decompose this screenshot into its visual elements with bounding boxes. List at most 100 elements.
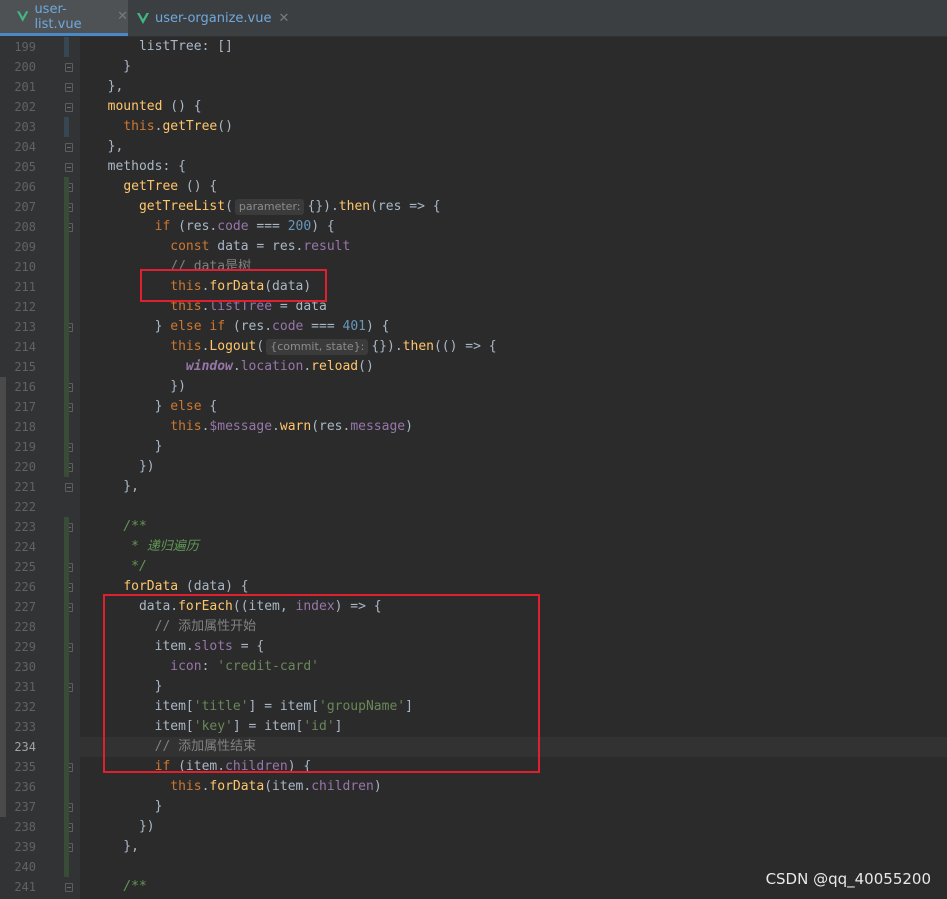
code-token: .: [272, 419, 280, 434]
code-token: }: [92, 59, 132, 74]
line-number: 213: [14, 320, 36, 334]
tab-label: user-organize.vue: [155, 10, 272, 26]
code-token: 401: [342, 319, 366, 334]
code-token: mounted: [107, 99, 163, 114]
code-row: }): [80, 377, 947, 397]
code-line: }: [92, 437, 163, 457]
fold-marker-icon[interactable]: [65, 163, 73, 172]
code-row: },: [80, 837, 947, 857]
code-token: this: [123, 119, 155, 134]
code-row: getTree () {: [80, 177, 947, 197]
code-token: getTree: [162, 119, 218, 134]
code-token: forData: [209, 779, 265, 794]
code-token: (res.: [225, 319, 273, 334]
watermark: CSDN @qq_40055200: [765, 870, 931, 888]
code-token: const: [170, 239, 210, 254]
code-token: /**: [123, 879, 147, 894]
code-token: getTree: [123, 179, 179, 194]
code-line: /**: [92, 517, 146, 537]
code-token: }): [92, 379, 186, 394]
code-token: {}).: [307, 199, 339, 214]
code-token: ===: [303, 319, 343, 334]
code-row: } else if (res.code === 401) {: [80, 317, 947, 337]
code-token: ===: [248, 219, 288, 234]
code-token: if: [154, 219, 171, 234]
code-line: },: [92, 837, 139, 857]
tab-label: user-list.vue: [34, 1, 82, 32]
code-token: }: [92, 439, 163, 454]
close-icon[interactable]: ✕: [278, 11, 289, 26]
code-token: $message: [209, 419, 273, 434]
code-row: /**: [80, 517, 947, 537]
tab-user-organize-vue[interactable]: user-organize.vue ✕: [131, 0, 291, 36]
parameter-hint: {commit, state}:: [266, 339, 369, 355]
code-token: () {: [178, 179, 218, 194]
code-line: } else {: [92, 397, 218, 417]
code-token: this: [170, 419, 202, 434]
code-line: const data = res.result: [92, 237, 350, 257]
code-token: .: [303, 359, 312, 374]
fold-marker-icon[interactable]: [65, 483, 73, 492]
code-token: else: [170, 399, 202, 414]
line-number: 202: [14, 100, 36, 114]
code-token: (: [225, 199, 233, 214]
code-token: reload: [311, 359, 359, 374]
left-edge-strip: [0, 377, 6, 817]
line-number: 209: [14, 240, 36, 254]
code-token: * 递归遍历: [131, 539, 199, 554]
code-token: message: [350, 419, 406, 434]
code-token: ): [405, 419, 413, 434]
code-line: }: [92, 797, 163, 817]
line-number: 214: [14, 340, 36, 354]
line-number: 212: [14, 300, 36, 314]
code-token: },: [92, 839, 139, 854]
code-line: }): [92, 457, 155, 477]
line-number: 239: [14, 840, 36, 854]
close-icon[interactable]: ✕: [117, 9, 128, 24]
code-row: * 递归遍历: [80, 537, 947, 557]
code-row: },: [80, 137, 947, 157]
line-number: 200: [14, 60, 36, 74]
fold-marker-icon[interactable]: [65, 103, 73, 112]
tab-user-list-vue[interactable]: user-list.vue ✕: [0, 0, 128, 36]
code-token: (() => {: [433, 339, 497, 354]
fold-marker-icon[interactable]: [65, 883, 73, 892]
highlight-box-fordata-call: [140, 269, 327, 302]
code-token: },: [92, 139, 124, 154]
code-line: },: [92, 477, 139, 497]
code-line: mounted () {: [92, 97, 202, 117]
code-token: (data) {: [178, 579, 249, 594]
code-token: },: [92, 479, 139, 494]
vue-icon: [17, 11, 29, 22]
vcs-change-marker: [64, 177, 69, 477]
code-row: listTree: []: [80, 37, 947, 57]
code-token: code: [217, 219, 249, 234]
vcs-change-marker: [64, 117, 69, 137]
code-token: },: [92, 79, 124, 94]
code-token: ) {: [311, 219, 335, 234]
code-row: this.forData(item.children): [80, 777, 947, 797]
fold-marker-icon[interactable]: [65, 83, 73, 92]
code-row: if (res.code === 200) {: [80, 217, 947, 237]
code-line: },: [92, 77, 124, 97]
code-token: data = res.: [209, 239, 304, 254]
code-row: }: [80, 797, 947, 817]
code-token: }: [92, 799, 163, 814]
code-line: /**: [92, 877, 147, 897]
code-line: getTreeList(parameter: {}).then(res => {: [92, 197, 441, 217]
code-line: }: [92, 57, 131, 77]
fold-marker-icon[interactable]: [65, 143, 73, 152]
fold-marker-icon[interactable]: [65, 63, 73, 72]
code-row: },: [80, 477, 947, 497]
code-row: } else {: [80, 397, 947, 417]
code-token: }): [92, 819, 155, 834]
code-token: getTreeList: [138, 199, 226, 214]
line-number: 215: [14, 360, 36, 374]
code-token: ): [373, 779, 382, 794]
vue-icon: [137, 12, 149, 24]
